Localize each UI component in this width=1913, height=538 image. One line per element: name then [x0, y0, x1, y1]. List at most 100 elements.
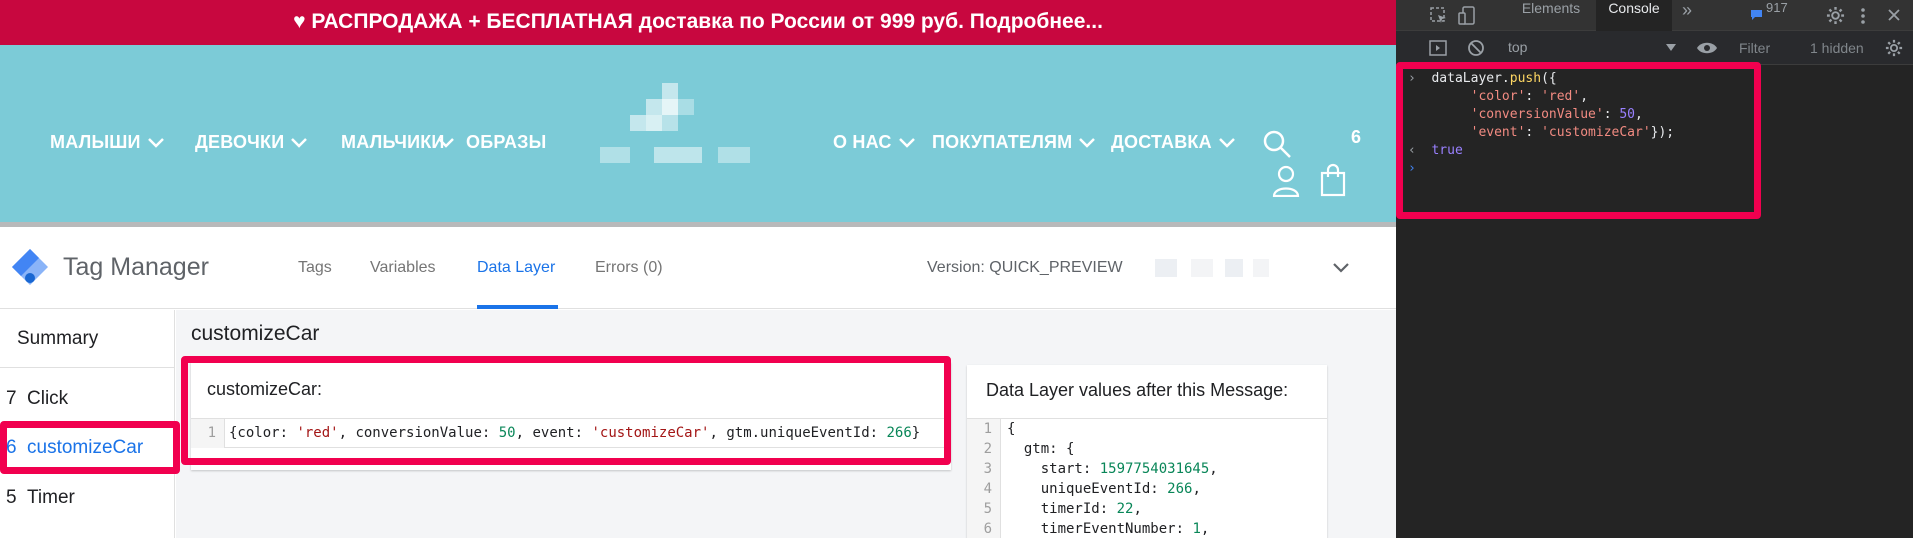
- event-number: 7: [6, 388, 17, 409]
- search-icon[interactable]: [1262, 129, 1292, 159]
- user-icon[interactable]: [1272, 165, 1300, 197]
- sidebar-item-label: Summary: [17, 328, 99, 349]
- nav-looks[interactable]: ОБРАЗЫ: [466, 132, 546, 153]
- gtm-event-detail: customizeCar customizeCar: 1 {color: 'red…: [176, 310, 1396, 538]
- chevron-down-icon: [147, 137, 164, 148]
- nav-boys[interactable]: МАЛЬЧИКИ: [341, 132, 455, 153]
- nav-label: МАЛЫШИ: [50, 132, 141, 152]
- tab-tags[interactable]: Tags: [298, 259, 332, 277]
- code-line: 3 start: 1597754031645,: [967, 459, 1327, 479]
- line-number: 1: [191, 419, 225, 448]
- message-card: customizeCar: 1 {color: 'red', conversion…: [191, 362, 951, 470]
- chevron-down-icon: [898, 137, 915, 148]
- redacted-container-id: [1155, 259, 1270, 277]
- code-line: 4 uniqueEventId: 266,: [967, 479, 1327, 499]
- sidebar-item-timer[interactable]: 5 Timer: [0, 487, 174, 509]
- dropdown-arrow-icon: [1666, 44, 1676, 51]
- console-input-line: › dataLayer.push({: [1408, 71, 1557, 86]
- shopping-bag-icon[interactable]: [1320, 163, 1346, 197]
- context-select[interactable]: top: [1508, 39, 1676, 57]
- nav-label: О НАС: [833, 132, 892, 152]
- devtools-panel: Elements Console » 917 top Filter 1 hidd…: [1396, 0, 1913, 538]
- nav-label: ПОКУПАТЕЛЯМ: [932, 132, 1073, 152]
- shop-logo[interactable]: [600, 83, 760, 173]
- chevron-down-icon: [1218, 137, 1235, 148]
- event-heading: customizeCar: [191, 322, 320, 345]
- shop-header: МАЛЫШИ ДЕВОЧКИ МАЛЬЧИКИ ОБРАЗЫ О НАС ПОК…: [0, 45, 1396, 225]
- filter-input[interactable]: Filter: [1731, 37, 1793, 59]
- filter-placeholder: Filter: [1739, 40, 1771, 56]
- sidebar-item-summary[interactable]: Summary: [0, 328, 174, 350]
- nav-delivery[interactable]: ДОСТАВКА: [1111, 132, 1236, 153]
- website-viewport: ♥ РАСПРОДАЖА + БЕСПЛАТНАЯ доставка по Ро…: [0, 0, 1396, 538]
- tab-elements[interactable]: Elements: [1514, 0, 1588, 31]
- context-value: top: [1508, 39, 1528, 55]
- nav-girls[interactable]: ДЕВОЧКИ: [195, 132, 308, 153]
- console-toolbar: top Filter 1 hidden: [1396, 31, 1913, 65]
- nav-label: МАЛЬЧИКИ: [341, 132, 445, 152]
- more-tabs-button[interactable]: »: [1682, 0, 1692, 31]
- console-prompt[interactable]: ›: [1408, 160, 1908, 178]
- tag-manager-logo-icon: [12, 249, 48, 285]
- sidebar-item-label: customizeCar: [27, 437, 144, 458]
- hidden-count[interactable]: 1 hidden: [1810, 40, 1864, 56]
- nav-about[interactable]: О НАС: [833, 132, 916, 153]
- nav-label: ОБРАЗЫ: [466, 132, 547, 152]
- active-tab-indicator: [477, 305, 558, 309]
- event-number: 5: [6, 487, 17, 508]
- gtm-title: Tag Manager: [63, 253, 209, 281]
- sidebar-item-click[interactable]: 7 Click: [0, 388, 174, 410]
- eye-icon[interactable]: [1696, 41, 1718, 55]
- clear-console-icon[interactable]: [1467, 39, 1485, 57]
- message-card-title: customizeCar:: [207, 379, 323, 399]
- datalayer-values-card: Data Layer values after this Message: 1{…: [967, 365, 1327, 538]
- chevron-down-icon: [291, 137, 308, 148]
- message-json: {color: 'red', conversionValue: 50, even…: [229, 425, 921, 441]
- inspect-element-icon[interactable]: [1430, 7, 1448, 25]
- tab-variables[interactable]: Variables: [370, 259, 436, 277]
- promo-banner[interactable]: ♥ РАСПРОДАЖА + БЕСПЛАТНАЯ доставка по Ро…: [0, 0, 1396, 45]
- promo-text[interactable]: ♥ РАСПРОДАЖА + БЕСПЛАТНАЯ доставка по Ро…: [293, 10, 1103, 33]
- more-options-icon[interactable]: [1860, 7, 1866, 25]
- console-input-line: 'color': 'red',: [1470, 89, 1589, 104]
- code-line: 2 gtm: {: [967, 439, 1327, 459]
- console-output[interactable]: › dataLayer.push({ 'color': 'red', 'conv…: [1408, 70, 1908, 178]
- datalayer-code[interactable]: 1{ 2 gtm: { 3 start: 1597754031645, 4 un…: [967, 418, 1327, 538]
- message-code[interactable]: 1 {color: 'red', conversionValue: 50, eve…: [191, 418, 951, 448]
- code-line: 5 timerId: 22,: [967, 499, 1327, 519]
- message-count[interactable]: 917: [1766, 0, 1788, 31]
- sidebar-item-label: Timer: [27, 487, 75, 508]
- cart-count[interactable]: 6: [1351, 127, 1361, 148]
- chevron-down-icon: [1079, 137, 1096, 148]
- nav-label: ДОСТАВКА: [1111, 132, 1212, 152]
- sidebar-item-label: Click: [27, 388, 69, 409]
- chevron-down-icon[interactable]: [1332, 262, 1350, 274]
- chevron-down-icon: [437, 137, 454, 148]
- tab-data-layer[interactable]: Data Layer: [477, 259, 555, 277]
- console-result: true: [1431, 143, 1463, 158]
- sidebar-toggle-icon[interactable]: [1429, 39, 1447, 57]
- console-settings-gear-icon[interactable]: [1885, 39, 1903, 57]
- gtm-event-sidebar: Summary 7 Click 6 customizeCar 5 Timer: [0, 310, 175, 538]
- tab-errors[interactable]: Errors (0): [595, 259, 663, 277]
- devtools-tabbar: Elements Console » 917: [1396, 0, 1913, 31]
- device-toolbar-icon[interactable]: [1458, 6, 1476, 26]
- tab-console[interactable]: Console: [1596, 0, 1672, 31]
- code-line: 1{: [967, 419, 1327, 439]
- datalayer-card-title: Data Layer values after this Message:: [986, 380, 1289, 400]
- message-icon: [1751, 10, 1762, 20]
- nav-label: ДЕВОЧКИ: [195, 132, 285, 152]
- console-result-line: ‹ true: [1408, 143, 1463, 158]
- nav-babies[interactable]: МАЛЫШИ: [50, 132, 165, 153]
- settings-gear-icon[interactable]: [1826, 6, 1845, 25]
- close-icon[interactable]: [1887, 8, 1901, 22]
- code-line: 6 timerEventNumber: 1,: [967, 519, 1327, 538]
- console-input-line: 'conversionValue': 50,: [1470, 107, 1643, 122]
- console-input-line: 'event': 'customizeCar'});: [1470, 125, 1675, 140]
- sidebar-item-customizecar[interactable]: 6 customizeCar: [0, 437, 174, 459]
- version-label: Version: QUICK_PREVIEW: [927, 259, 1123, 276]
- divider: [0, 367, 174, 368]
- gtm-toolbar: Tag Manager Tags Variables Data Layer Er…: [0, 227, 1396, 309]
- nav-customers[interactable]: ПОКУПАТЕЛЯМ: [932, 132, 1096, 153]
- event-number: 6: [6, 437, 17, 458]
